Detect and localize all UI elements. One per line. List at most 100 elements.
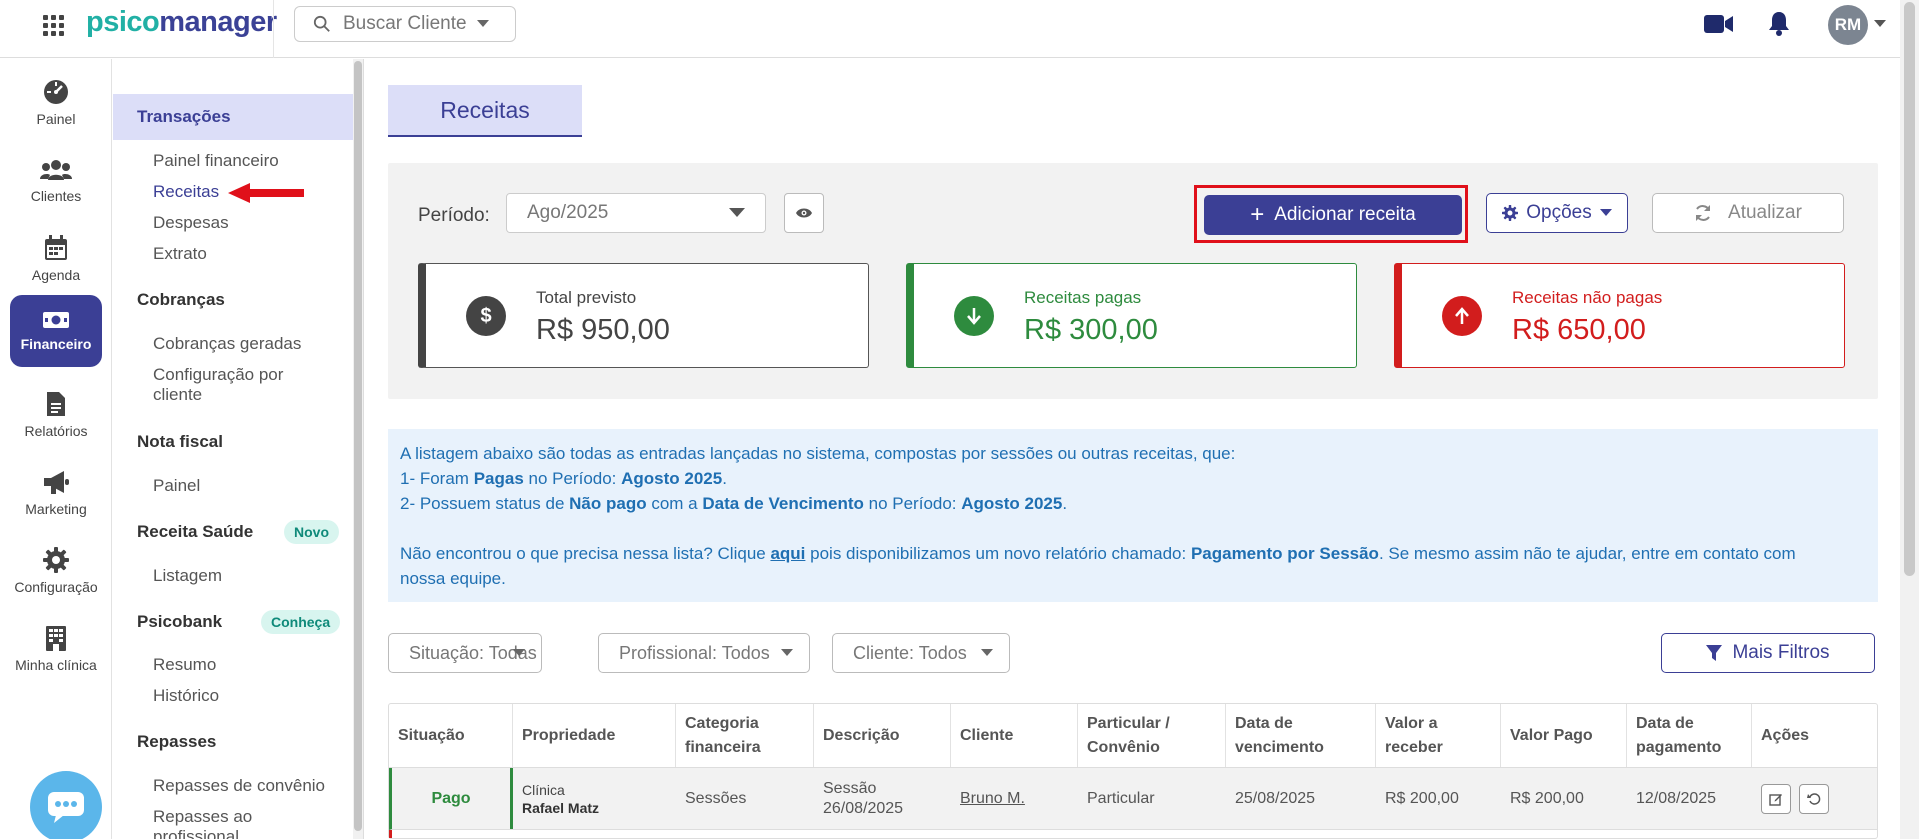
period-value: Ago/2025 <box>527 202 609 223</box>
video-camera-icon[interactable] <box>1704 13 1734 35</box>
submenu-header-cobrancas: Cobranças <box>137 290 225 309</box>
table-row[interactable] <box>389 830 1877 838</box>
search-icon <box>313 15 330 32</box>
scrollbar-thumb[interactable] <box>354 61 362 831</box>
submenu-scrollbar[interactable] <box>353 59 363 839</box>
cell-data-pagamento: 12/08/2025 <box>1636 789 1717 807</box>
table-header: Situação Propriedade Categoria financeira… <box>389 704 1877 768</box>
edit-icon <box>1769 793 1782 806</box>
stat-label: Receitas pagas <box>1024 288 1142 307</box>
filter-label: Cliente: Todos <box>853 642 967 663</box>
apps-grid-icon[interactable] <box>40 12 64 36</box>
col-descricao[interactable]: Descrição <box>814 704 951 767</box>
page-title-tab[interactable]: Receitas <box>388 85 582 137</box>
red-annotation-arrow-icon <box>228 183 304 203</box>
chat-support-button[interactable] <box>30 771 102 839</box>
chevron-down-icon[interactable] <box>1874 20 1886 28</box>
info-line: 1- Foram Pagas no Período: Agosto 2025. <box>400 469 727 488</box>
logo-text-manager: manager <box>159 6 277 38</box>
stat-value: R$ 650,00 <box>1512 314 1646 346</box>
client-search-dropdown[interactable]: Buscar Cliente <box>294 6 516 42</box>
user-avatar[interactable]: RM <box>1828 5 1868 45</box>
col-valor-pago[interactable]: Valor Pago <box>1501 704 1627 767</box>
cell-valor-pago: R$ 200,00 <box>1510 789 1584 807</box>
plus-icon: + <box>1250 201 1265 228</box>
nav-item-painel[interactable]: Painel <box>10 67 102 139</box>
summary-panel: Período: Ago/2025 + Adicionar receita Op… <box>388 163 1878 399</box>
submenu-item-repasses-profissional[interactable]: Repasses ao profissional <box>153 807 252 839</box>
arrow-up-icon <box>1442 296 1482 336</box>
filter-situacao[interactable]: Situação: Todas <box>388 633 542 673</box>
nav-label: Relatórios <box>24 423 88 439</box>
chevron-down-icon <box>781 649 793 656</box>
col-data-vencimento[interactable]: Data de vencimento <box>1226 704 1376 767</box>
megaphone-icon <box>44 471 69 494</box>
submenu-header-nota-fiscal: Nota fiscal <box>137 432 223 451</box>
submenu-item-configuracao-por-cliente[interactable]: Configuração por cliente <box>153 365 283 405</box>
filter-cliente[interactable]: Cliente: Todos <box>832 633 1010 673</box>
arrow-down-icon <box>954 296 994 336</box>
aqui-link[interactable]: aqui <box>770 544 805 563</box>
chevron-down-icon <box>513 649 525 656</box>
nav-item-financeiro[interactable]: Financeiro <box>10 295 102 367</box>
nav-item-agenda[interactable]: Agenda <box>10 223 102 295</box>
logo-text-psico: psico <box>86 6 160 38</box>
submenu-header-transacoes[interactable]: Transações <box>113 94 353 140</box>
mais-filtros-button[interactable]: Mais Filtros <box>1661 633 1875 673</box>
nav-item-marketing[interactable]: Marketing <box>10 457 102 529</box>
col-categoria[interactable]: Categoria financeira <box>676 704 814 767</box>
atualizar-label: Atualizar <box>1728 202 1802 223</box>
submenu-item-nf-painel[interactable]: Painel <box>153 476 200 496</box>
page-scrollbar[interactable] <box>1900 0 1919 839</box>
gear-icon <box>1502 205 1519 221</box>
add-receita-button[interactable]: + Adicionar receita <box>1204 195 1462 235</box>
gear-icon <box>43 547 69 573</box>
info-line: 2- Possuem status de Não pago com a Data… <box>400 494 1068 513</box>
discover-badge[interactable]: Conheça <box>261 610 341 634</box>
app-logo[interactable]: psicomanager <box>86 6 277 39</box>
nav-item-minha-clinica[interactable]: Minha clínica <box>10 613 102 685</box>
submenu-item-extrato[interactable]: Extrato <box>153 244 207 264</box>
nav-item-relatorios[interactable]: Relatórios <box>10 379 102 451</box>
submenu-item-historico[interactable]: Histórico <box>153 686 219 706</box>
cell-propriedade: Clínica Rafael Matz <box>522 781 600 816</box>
refresh-icon <box>1696 205 1711 221</box>
toggle-visibility-button[interactable] <box>784 193 824 233</box>
col-valor-receber[interactable]: Valor a receber <box>1376 704 1501 767</box>
eye-icon <box>796 208 812 218</box>
submenu-item-despesas[interactable]: Despesas <box>153 213 229 233</box>
submenu-item-receitas[interactable]: Receitas <box>153 182 219 202</box>
edit-button[interactable] <box>1761 783 1791 814</box>
cell-categoria: Sessões <box>685 789 747 807</box>
submenu-item-label: Configuração por <box>153 365 284 384</box>
submenu-item-painel-financeiro[interactable]: Painel financeiro <box>153 151 279 171</box>
col-data-pagamento[interactable]: Data de pagamento <box>1627 704 1752 767</box>
client-link[interactable]: Bruno M. <box>960 790 1025 808</box>
nav-item-clientes[interactable]: Clientes <box>10 145 102 217</box>
table-row[interactable]: Pago Clínica Rafael Matz Sessões Sessão 26… <box>389 768 1877 830</box>
period-select[interactable]: Ago/2025 <box>506 193 766 233</box>
col-particular-convenio[interactable]: Particular / Convênio <box>1078 704 1226 767</box>
col-situacao[interactable]: Situação <box>389 704 513 767</box>
period-label: Período: <box>418 205 490 226</box>
col-cliente[interactable]: Cliente <box>951 704 1078 767</box>
filter-profissional[interactable]: Profissional: Todos <box>598 633 810 673</box>
opcoes-button[interactable]: Opções <box>1486 193 1628 233</box>
main-nav-rail: Painel Clientes Agenda Financeiro Relató… <box>0 59 112 839</box>
undo-payment-button[interactable] <box>1799 783 1829 814</box>
main-content: Receitas Período: Ago/2025 + Adicionar r… <box>364 59 1900 839</box>
notification-bell-icon[interactable] <box>1768 10 1790 36</box>
col-propriedade[interactable]: Propriedade <box>513 704 676 767</box>
atualizar-button[interactable]: Atualizar <box>1652 193 1844 233</box>
submenu-item-cobrancas-geradas[interactable]: Cobranças geradas <box>153 334 301 354</box>
cell-acoes <box>1752 768 1874 829</box>
nav-item-configuracao[interactable]: Configuração <box>10 535 102 607</box>
cell-particular: Particular <box>1087 789 1155 807</box>
topbar-divider <box>273 0 274 58</box>
submenu-item-listagem[interactable]: Listagem <box>153 566 222 586</box>
submenu-item-repasses-convenio[interactable]: Repasses de convênio <box>153 776 325 796</box>
submenu-item-resumo[interactable]: Resumo <box>153 655 216 675</box>
submenu-header-repasses: Repasses <box>137 732 217 751</box>
scrollbar-thumb[interactable] <box>1904 2 1915 576</box>
info-line: A listagem abaixo são todas as entradas … <box>400 444 1236 463</box>
